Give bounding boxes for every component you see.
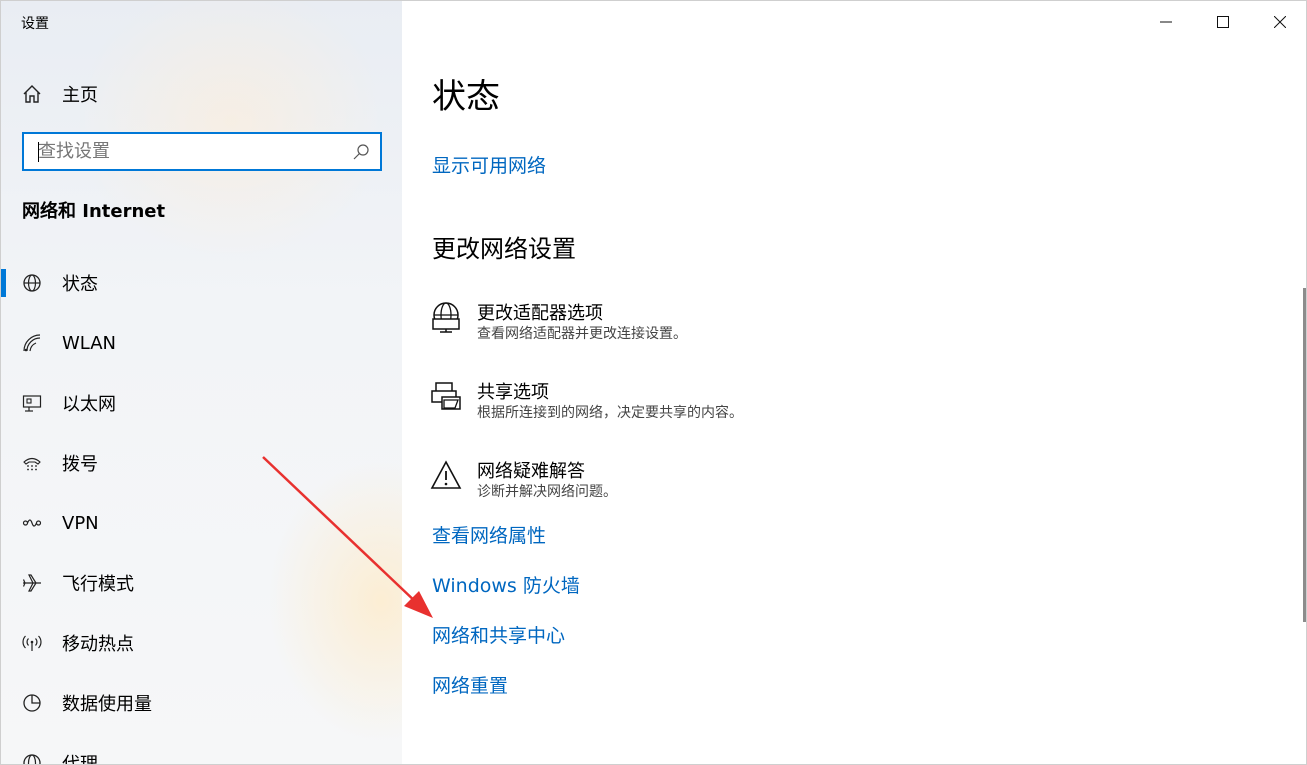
- setting-name: 更改适配器选项: [477, 303, 603, 324]
- search-input[interactable]: [24, 134, 352, 169]
- vpn-icon: [22, 519, 42, 527]
- home-label: 主页: [62, 85, 98, 106]
- setting-adapter-options[interactable]: 更改适配器选项 查看网络适配器并更改连接设置。: [430, 299, 1030, 355]
- wifi-icon: [23, 334, 41, 352]
- show-available-networks-link[interactable]: 显示可用网络: [432, 151, 546, 178]
- window-title: 设置: [21, 16, 49, 32]
- airplane-icon: [22, 574, 41, 592]
- sidebar-item-label: WLAN: [62, 332, 117, 354]
- sidebar-item-label: VPN: [62, 512, 99, 534]
- sidebar: 设置 主页 网络和 Internet 状态: [1, 1, 402, 765]
- minimize-icon: [1159, 21, 1172, 23]
- network-sharing-center-link[interactable]: 网络和共享中心: [432, 621, 565, 648]
- text-caret: [38, 142, 39, 162]
- setting-name: 网络疑难解答: [477, 461, 585, 482]
- close-button[interactable]: [1251, 1, 1306, 43]
- sidebar-item-wlan[interactable]: WLAN: [1, 313, 402, 373]
- setting-description: 根据所连接到的网络，决定要共享的内容。: [477, 405, 743, 421]
- sidebar-item-ethernet[interactable]: 以太网: [1, 373, 402, 433]
- dialup-icon: [23, 457, 41, 471]
- network-reset-link[interactable]: 网络重置: [432, 671, 508, 698]
- adapter-icon: [432, 302, 460, 333]
- data-usage-icon: [23, 694, 41, 712]
- setting-description: 查看网络适配器并更改连接设置。: [477, 326, 687, 342]
- home-icon: [23, 85, 41, 103]
- section-title: 网络和 Internet: [22, 201, 166, 222]
- sidebar-item-label: 移动热点: [62, 634, 134, 655]
- proxy-icon: [23, 754, 41, 764]
- search-icon[interactable]: [352, 143, 370, 161]
- sidebar-item-dialup[interactable]: 拨号: [1, 433, 402, 493]
- sidebar-item-label: 以太网: [62, 394, 116, 415]
- maximize-icon: [1216, 16, 1229, 28]
- sharing-icon: [431, 382, 461, 410]
- sidebar-item-label: 状态: [62, 274, 98, 295]
- sidebar-item-label: 数据使用量: [62, 694, 152, 715]
- ethernet-icon: [22, 395, 42, 412]
- caption-buttons: [1137, 1, 1306, 43]
- page-title: 状态: [432, 77, 500, 117]
- sidebar-item-status[interactable]: 状态: [1, 253, 402, 313]
- globe-icon: [23, 274, 41, 292]
- content-pane: 状态 显示可用网络 更改网络设置 更改适配器选项 查看网络适配器并更改连接设置。: [402, 1, 1306, 764]
- sidebar-nav: 状态 WLAN 以太网 拨号 VPN 飞行模式 移动热点 数据使用量 代理: [1, 253, 402, 765]
- settings-window: 设置 主页 网络和 Internet 状态: [0, 0, 1307, 765]
- change-settings-heading: 更改网络设置: [432, 235, 576, 263]
- sidebar-item-data-usage[interactable]: 数据使用量: [1, 673, 402, 733]
- minimize-button[interactable]: [1137, 1, 1194, 43]
- sidebar-item-label: 拨号: [62, 454, 98, 475]
- sidebar-item-vpn[interactable]: VPN: [1, 493, 402, 553]
- close-icon: [1273, 16, 1286, 28]
- setting-sharing-options[interactable]: 共享选项 根据所连接到的网络，决定要共享的内容。: [430, 378, 1030, 434]
- view-network-properties-link[interactable]: 查看网络属性: [432, 521, 546, 548]
- sidebar-item-mobile-hotspot[interactable]: 移动热点: [1, 613, 402, 673]
- maximize-button[interactable]: [1194, 1, 1251, 43]
- setting-description: 诊断并解决网络问题。: [477, 484, 617, 500]
- setting-name: 共享选项: [477, 382, 549, 403]
- windows-firewall-link[interactable]: Windows 防火墙: [432, 571, 580, 598]
- sidebar-item-airplane-mode[interactable]: 飞行模式: [1, 553, 402, 613]
- warning-icon: [430, 460, 462, 489]
- scrollbar[interactable]: [1303, 288, 1306, 622]
- setting-troubleshoot[interactable]: 网络疑难解答 诊断并解决网络问题。: [430, 457, 1030, 513]
- search-box[interactable]: [22, 132, 382, 171]
- sidebar-item-proxy[interactable]: 代理: [1, 733, 402, 765]
- sidebar-item-label: 飞行模式: [62, 574, 134, 595]
- sidebar-item-label: 代理: [62, 754, 98, 765]
- hotspot-icon: [22, 635, 42, 651]
- home-nav-item[interactable]: 主页: [21, 79, 98, 109]
